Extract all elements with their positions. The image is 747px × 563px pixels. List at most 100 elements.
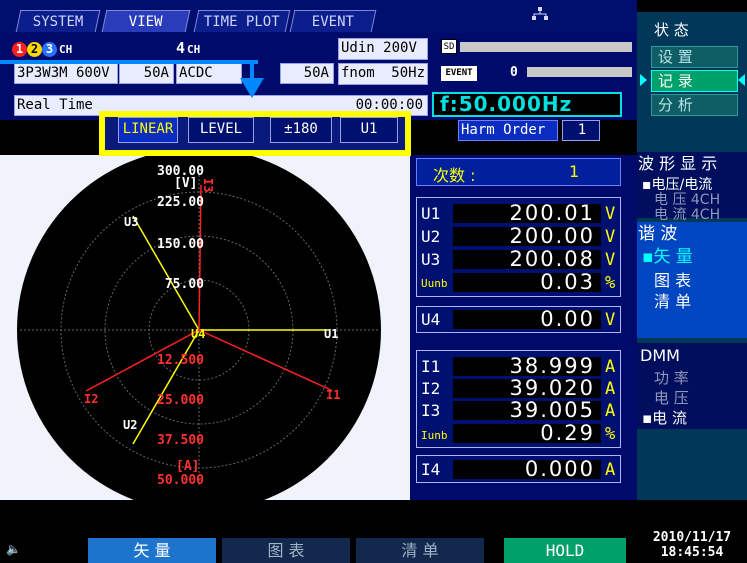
bottom-tab-list[interactable]: 清 单 [356, 538, 484, 563]
menu-current[interactable]: ▪电 流 [642, 410, 687, 427]
uunb-label: Uunb [421, 277, 448, 290]
i3-unit: A [605, 401, 616, 421]
u1-unit: V [605, 204, 616, 224]
linear-button[interactable]: LINEAR [118, 117, 178, 143]
label-i2: I2 [84, 392, 99, 406]
label-u1: U1 [324, 327, 339, 341]
iunb-unit: % [605, 424, 616, 444]
tab-system[interactable]: SYSTEM [15, 10, 101, 32]
u2-unit: V [605, 227, 616, 247]
label-u3: U3 [124, 215, 139, 229]
channel-group-2: 4 CH [176, 39, 201, 57]
channel-group-1: 1 2 3 CH [12, 38, 102, 58]
a-scale-37500: 37.500 [157, 433, 204, 448]
menu-graph[interactable]: 图 表 [654, 272, 691, 289]
vector-plot-area: 300.00 [V] 225.00 150.00 75.00 12.500 25… [0, 148, 410, 512]
iunb-value: 0.29 [453, 423, 601, 444]
i3-label: I3 [421, 401, 441, 420]
u4-label: U4 [421, 310, 441, 329]
order-box: 次数 : 1 [416, 158, 621, 186]
callout-line [0, 60, 258, 64]
current-group: I1 38.999 A I2 39.020 A I3 39.005 A Iunb… [416, 350, 621, 448]
i4-value: 0.000 [453, 459, 601, 480]
record-right-arrow-icon [738, 74, 745, 86]
a-scale-25000: 25.000 [157, 393, 204, 408]
speaker-icon: 🔈 [6, 542, 21, 556]
i4-unit: A [605, 460, 616, 480]
event-bar [527, 67, 632, 77]
menu-vector[interactable]: ▪矢 量 [642, 249, 693, 266]
u2-value: 200.00 [453, 226, 601, 247]
u2-label: U2 [421, 227, 441, 246]
waveform-title: 波 形 显 示 [638, 154, 718, 173]
u4-value: 0.00 [453, 309, 601, 330]
i2-value: 39.020 [453, 378, 601, 399]
current-range-1: 50A [119, 63, 174, 84]
i1-unit: A [605, 357, 616, 377]
tab-view[interactable]: VIEW [101, 10, 191, 32]
u3-value: 200.08 [453, 249, 601, 270]
menu-power[interactable]: 功 率 [654, 370, 689, 387]
menu-setup[interactable]: 设 置 [651, 46, 738, 68]
event-count: 0 [510, 65, 518, 80]
a-scale-50000: 50.000 [157, 473, 204, 488]
hold-button[interactable]: HOLD [504, 538, 626, 563]
label-u4: U4 [191, 327, 206, 341]
uunb-unit: % [605, 273, 616, 293]
u4-group: U4 0.00 V [416, 306, 621, 333]
udin-field: Udin 200V [338, 38, 428, 60]
coupling: ACDC [176, 63, 242, 84]
i4-label: I4 [421, 460, 441, 479]
a-scale-12500: 12.500 [157, 353, 204, 368]
menu-analyze[interactable]: 分 析 [651, 94, 738, 116]
harmonic-title: 谐 波 [638, 224, 678, 244]
network-icon [532, 6, 548, 20]
label-i3: I3 [201, 178, 215, 193]
v-scale-75: 75.00 [164, 277, 204, 292]
event-badge: EVENT [441, 66, 477, 81]
i2-unit: A [605, 379, 616, 399]
harm-order-value[interactable]: 1 [562, 120, 600, 141]
fnom-field: fnom 50Hz [338, 63, 428, 85]
frequency-display: f:50.000Hz [432, 92, 622, 117]
i4-group: I4 0.000 A [416, 455, 621, 483]
iunb-label: Iunb [421, 429, 448, 442]
label-i1: I1 [326, 388, 341, 402]
bottom-tab-graph[interactable]: 图 表 [222, 538, 350, 563]
u3-unit: V [605, 250, 616, 270]
reference-button[interactable]: U1 [340, 117, 398, 143]
current-range-2: 50A [280, 63, 334, 84]
phase-range-button[interactable]: ±180 [270, 117, 332, 143]
i2-label: I2 [421, 379, 441, 398]
bottom-tab-vector[interactable]: 矢 量 [88, 538, 216, 563]
v-scale-unit: [V] [174, 176, 198, 191]
menu-voltage[interactable]: 电 压 [654, 390, 689, 407]
record-left-arrow-icon [640, 74, 647, 86]
screen: SYSTEM VIEW TIME PLOT EVENT 1 2 3 CH 4 CH 3P… [0, 0, 747, 563]
i1-label: I1 [421, 357, 441, 376]
dmm-title: DMM [640, 346, 680, 365]
label-u2: U2 [123, 418, 138, 432]
status-title: 状 态 [654, 21, 689, 39]
tab-time-plot[interactable]: TIME PLOT [193, 10, 291, 32]
callout-arrow-icon [240, 78, 264, 98]
top-tab-bar: SYSTEM VIEW TIME PLOT EVENT [0, 0, 637, 33]
sd-card-icon: SD [441, 39, 457, 54]
u1-value: 200.01 [453, 203, 601, 224]
tab-event[interactable]: EVENT [289, 10, 377, 32]
level-button[interactable]: LEVEL [188, 117, 254, 143]
a-scale-unit: [A] [176, 459, 200, 474]
menu-record[interactable]: 记 录 [651, 70, 738, 92]
datetime-display: 2010/11/17 18:45:54 [637, 527, 747, 563]
harm-order-label: Harm Order [458, 120, 558, 141]
sd-usage-bar [460, 42, 632, 52]
menu-list[interactable]: 清 单 [654, 293, 691, 310]
voltage-group: U1 200.01 V U2 200.00 V U3 200.08 V Uunb… [416, 197, 621, 297]
v-scale-150: 150.00 [157, 237, 204, 252]
i1-value: 38.999 [453, 356, 601, 377]
i3-value: 39.005 [453, 400, 601, 421]
wiring-mode: 3P3W3M 600V [14, 63, 118, 84]
u4-unit: V [605, 310, 616, 330]
u3-label: U3 [421, 250, 441, 269]
v-scale-225: 225.00 [157, 195, 204, 210]
